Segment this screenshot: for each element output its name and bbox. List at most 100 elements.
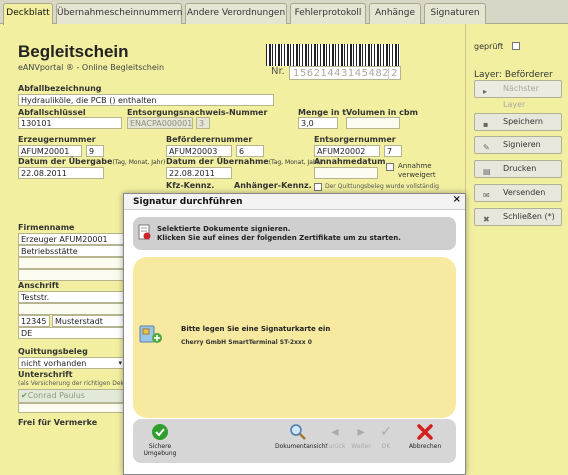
smartcard-certificate-item[interactable]: Bitte legen Sie eine Signaturkarte ein C…	[133, 317, 456, 357]
firmenname-label: Firmenname	[18, 223, 75, 232]
quittungsbeleg-value: nicht vorhanden	[21, 359, 87, 368]
page-title: Begleitschein	[18, 42, 129, 61]
firmenname-field[interactable]: Erzeuger AFUM20001	[18, 233, 124, 245]
strasse-field[interactable]: Teststr.	[18, 291, 124, 303]
pen-icon: ✎	[483, 143, 490, 152]
datum-uebergabe-hint: (Tag, Monat, Jahr)	[112, 159, 166, 166]
nr-label: Nr.	[271, 66, 285, 77]
quittungsbeleg-label: Quittungsbeleg	[18, 347, 88, 356]
befoerderer-label: Beförderernummer	[166, 135, 253, 144]
signature-check-icon: ✔	[21, 391, 28, 400]
chevron-down-icon: ▾	[118, 359, 122, 367]
envelope-icon: ✉	[483, 191, 490, 200]
vermerke-label: Frei für Vermerke	[18, 418, 98, 427]
befoerderer-field[interactable]: AFUM20003	[166, 145, 232, 157]
print-label: Drucken	[503, 164, 537, 173]
abfallbezeichnung-field[interactable]: Hydrauliköle, die PCB () enthalten	[18, 94, 274, 106]
document-view-button[interactable]: Dokumentansicht	[275, 423, 328, 450]
save-button[interactable]: ▪ Speichern	[474, 113, 562, 131]
datum-uebergabe-label: Datum der Übergabe(Tag, Monat, Jahr)	[18, 157, 165, 166]
unterschrift-extra-field[interactable]	[18, 403, 124, 413]
abfallschluessel-field[interactable]: 130101	[18, 117, 122, 129]
info-line-2: Klicken Sie auf eines der folgenden Zert…	[157, 234, 401, 242]
ort-field[interactable]: Musterstadt	[52, 315, 124, 327]
close-icon: ✖	[483, 215, 490, 224]
anschrift-extra-field[interactable]	[18, 303, 124, 315]
info-panel: Selektierte Dokumente signieren. Klicken…	[133, 217, 456, 250]
cancel-button[interactable]: Abbrechen	[405, 423, 445, 450]
firmenname-extra-field-2[interactable]	[18, 269, 124, 281]
land-field[interactable]: DE	[18, 327, 124, 339]
card-instruction: Bitte legen Sie eine Signaturkarte ein	[181, 325, 331, 333]
magnifier-icon	[275, 423, 321, 443]
entsorgungsnachweis-suffix: 3	[196, 117, 210, 129]
tab-signaturen[interactable]: Signaturen	[424, 3, 486, 24]
abfallbezeichnung-label: Abfallbezeichnung	[18, 84, 102, 93]
secure-environment-label: Sichere Umgebung	[143, 443, 177, 457]
volumen-field[interactable]	[346, 117, 400, 129]
dialog-title: Signatur durchführen	[124, 194, 465, 210]
certificate-panel: Bitte legen Sie eine Signaturkarte ein C…	[133, 257, 456, 418]
dialog-footer: Sichere Umgebung Dokumentansicht ◂ Zurüc…	[133, 419, 456, 463]
erzeuger-suffix: 9	[86, 145, 104, 157]
send-label: Versenden	[503, 188, 546, 197]
info-text: Selektierte Dokumente signieren. Klicken…	[157, 225, 401, 243]
smartcard-reader-icon	[139, 325, 162, 343]
erzeuger-field[interactable]: AFUM20001	[18, 145, 82, 157]
unterschrift-hint: (als Versicherung der richtigen Dekla	[18, 380, 130, 387]
betriebsstaette-field[interactable]: Betriebsstätte	[18, 245, 124, 257]
signature-dialog: Signatur durchführen × Selektierte Dokum…	[123, 193, 466, 475]
datum-uebergabe-field[interactable]: 22.08.2011	[18, 167, 104, 179]
back-label: Zurück	[324, 443, 346, 450]
entsorgungsnachweis-field[interactable]: ENACPA000001	[127, 117, 193, 129]
check-circle-icon	[139, 423, 181, 443]
quittungsbeleg-select[interactable]: nicht vorhanden ▾	[18, 357, 124, 369]
back-button[interactable]: ◂ Zurück	[323, 423, 347, 450]
volumen-label: Volumen in cbm	[346, 108, 418, 117]
datum-uebernahme-field[interactable]: 22.08.2011	[166, 167, 232, 179]
kfz-label: Kfz-Kennz.	[166, 181, 215, 190]
geprueft-checkbox[interactable]	[511, 42, 520, 50]
annahmedatum-label: Annahmedatum	[314, 157, 386, 166]
cancel-label: Abbrechen	[408, 443, 442, 450]
next-layer-label: Nächster Layer	[503, 84, 539, 109]
tab-fehlerprotokoll[interactable]: Fehlerprotokoll	[290, 3, 366, 24]
ok-button[interactable]: ✓ OK	[377, 423, 395, 450]
tab-anhaenge[interactable]: Anhänge	[369, 3, 421, 24]
quittung-hint: Der Quittungsbeleg wurde vollständig	[325, 183, 439, 190]
sign-button[interactable]: ✎ Signieren	[474, 136, 562, 154]
ok-label: OK	[381, 443, 391, 450]
firmenname-extra-field-1[interactable]	[18, 257, 124, 269]
menge-field[interactable]: 3,0	[298, 117, 338, 129]
secure-environment-button[interactable]: Sichere Umgebung	[139, 423, 181, 457]
dialog-close-icon[interactable]: ×	[453, 194, 461, 205]
print-button[interactable]: ▤ Drucken	[474, 160, 562, 178]
tab-bar: Deckblatt Übernahmescheinnummern Andere …	[0, 0, 568, 25]
entsorger-suffix: 7	[384, 145, 402, 157]
geprueft-row: geprüft	[474, 42, 520, 51]
annahme-verweigert-label: Annahme verweigert	[398, 162, 436, 179]
tab-andere-verordnungen[interactable]: Andere Verordnungen	[185, 3, 287, 24]
geprueft-label: geprüft	[474, 42, 504, 51]
send-button[interactable]: ✉ Versenden	[474, 184, 562, 202]
unterschrift-field[interactable]: ✔Conrad Paulus	[18, 389, 124, 403]
entsorger-label: Entsorgernummer	[314, 135, 396, 144]
next-layer-button[interactable]: ▸ Nächster Layer	[474, 80, 562, 109]
tab-uebernahmescheinnummern[interactable]: Übernahmescheinnummern	[56, 3, 182, 24]
annahmedatum-field[interactable]	[314, 167, 378, 179]
quittung-checkbox[interactable]	[314, 183, 322, 191]
datum-uebergabe-label-text: Datum der Übergabe	[18, 157, 113, 166]
tab-deckblatt[interactable]: Deckblatt	[3, 3, 53, 25]
entsorger-field[interactable]: AFUM20002	[314, 145, 380, 157]
nr-field: 15621443145482 2	[289, 66, 401, 80]
close-document-button[interactable]: ✖ Schließen (*)	[474, 208, 562, 226]
next-layer-icon: ▸	[483, 87, 488, 96]
layer-label: Layer: Beförderer	[474, 70, 553, 80]
annahme-verweigert-checkbox[interactable]	[386, 163, 394, 171]
plz-field[interactable]: 12345	[18, 315, 50, 327]
nr-value: 15621443145482	[293, 68, 390, 79]
document-seal-icon	[138, 224, 151, 240]
ok-check-icon: ✓	[380, 424, 392, 440]
befoerderer-suffix: 6	[236, 145, 264, 157]
next-button[interactable]: ▸ Weiter	[349, 423, 373, 450]
